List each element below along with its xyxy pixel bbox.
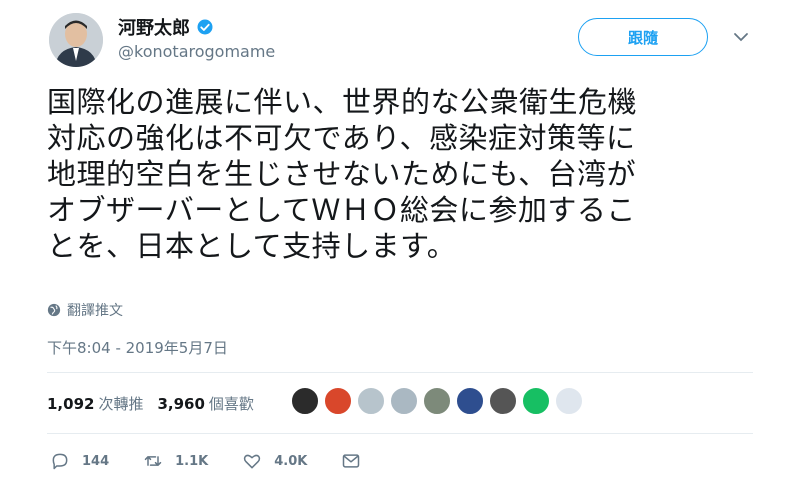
retweets-label: 次轉推 xyxy=(98,395,144,413)
reply-button[interactable]: 144 xyxy=(50,451,109,471)
avatar-badge-icon[interactable] xyxy=(554,386,584,416)
reply-icon xyxy=(52,453,68,470)
avatar-cat-icon[interactable] xyxy=(290,386,320,416)
likes-count: 3,960 xyxy=(157,395,205,413)
like-button[interactable]: 4.0K xyxy=(242,451,307,471)
tweet-line: とを、日本として支持します。 xyxy=(47,229,457,263)
avatar-default-icon[interactable] xyxy=(389,386,419,416)
reply-count: 144 xyxy=(82,453,110,469)
like-count: 4.0K xyxy=(274,453,308,469)
author-name[interactable]: 河野太郎 xyxy=(118,14,214,40)
engagement-stats: 1,092 次轉推 3,960 個喜歡 xyxy=(47,393,254,414)
author-avatar[interactable] xyxy=(49,13,103,67)
tweet-text: 国際化の進展に伴い、世界的な公衆衛生危機 対応の強化は不可欠であり、感染症対策等… xyxy=(47,84,787,264)
author-handle[interactable]: @konotarogomame xyxy=(118,42,275,61)
avatar-cat-photo-icon[interactable] xyxy=(488,386,518,416)
avatar-green-icon[interactable] xyxy=(521,386,551,416)
direct-message-button[interactable] xyxy=(341,451,373,471)
retweets-count: 1,092 xyxy=(47,395,95,413)
tweet-timestamp[interactable]: 下午8:04 - 2019年5月7日 xyxy=(47,337,228,358)
divider xyxy=(47,433,753,434)
likes-label: 個喜歡 xyxy=(208,395,254,413)
chevron-down-icon[interactable] xyxy=(732,30,750,44)
verified-badge-icon xyxy=(197,19,213,35)
translate-tweet-link[interactable]: 翻譯推文 xyxy=(47,300,123,320)
avatar-person-icon[interactable] xyxy=(422,386,452,416)
tweet-line: 地理的空白を生じさせないためにも、台湾が xyxy=(47,157,637,191)
avatar-character-icon[interactable] xyxy=(455,386,485,416)
tweet-line: 国際化の進展に伴い、世界的な公衆衛生危機 xyxy=(47,85,638,119)
display-name[interactable]: 河野太郎 xyxy=(118,14,190,40)
translate-label[interactable]: 翻譯推文 xyxy=(67,300,123,320)
tweet-line: 対応の強化は不可欠であり、感染症対策等に xyxy=(47,121,636,155)
divider xyxy=(47,372,753,373)
liker-avatars xyxy=(290,386,587,416)
likes-stat[interactable]: 3,960 個喜歡 xyxy=(157,393,253,414)
follow-button[interactable]: 跟隨 xyxy=(578,18,708,56)
retweets-stat[interactable]: 1,092 次轉推 xyxy=(47,393,143,414)
tweet-actions: 144 1.1K 4.0K xyxy=(50,451,407,471)
avatar-lantern-icon[interactable] xyxy=(323,386,353,416)
tweet-line: オブザーバーとしてＷＨＯ総会に参加するこ xyxy=(47,193,636,227)
globe-icon xyxy=(47,303,61,317)
heart-icon xyxy=(244,454,261,469)
retweet-button[interactable]: 1.1K xyxy=(143,451,208,471)
avatar-aircraft-icon[interactable] xyxy=(356,386,386,416)
envelope-icon xyxy=(343,454,360,468)
retweet-icon xyxy=(144,456,162,466)
retweet-count: 1.1K xyxy=(175,453,209,469)
